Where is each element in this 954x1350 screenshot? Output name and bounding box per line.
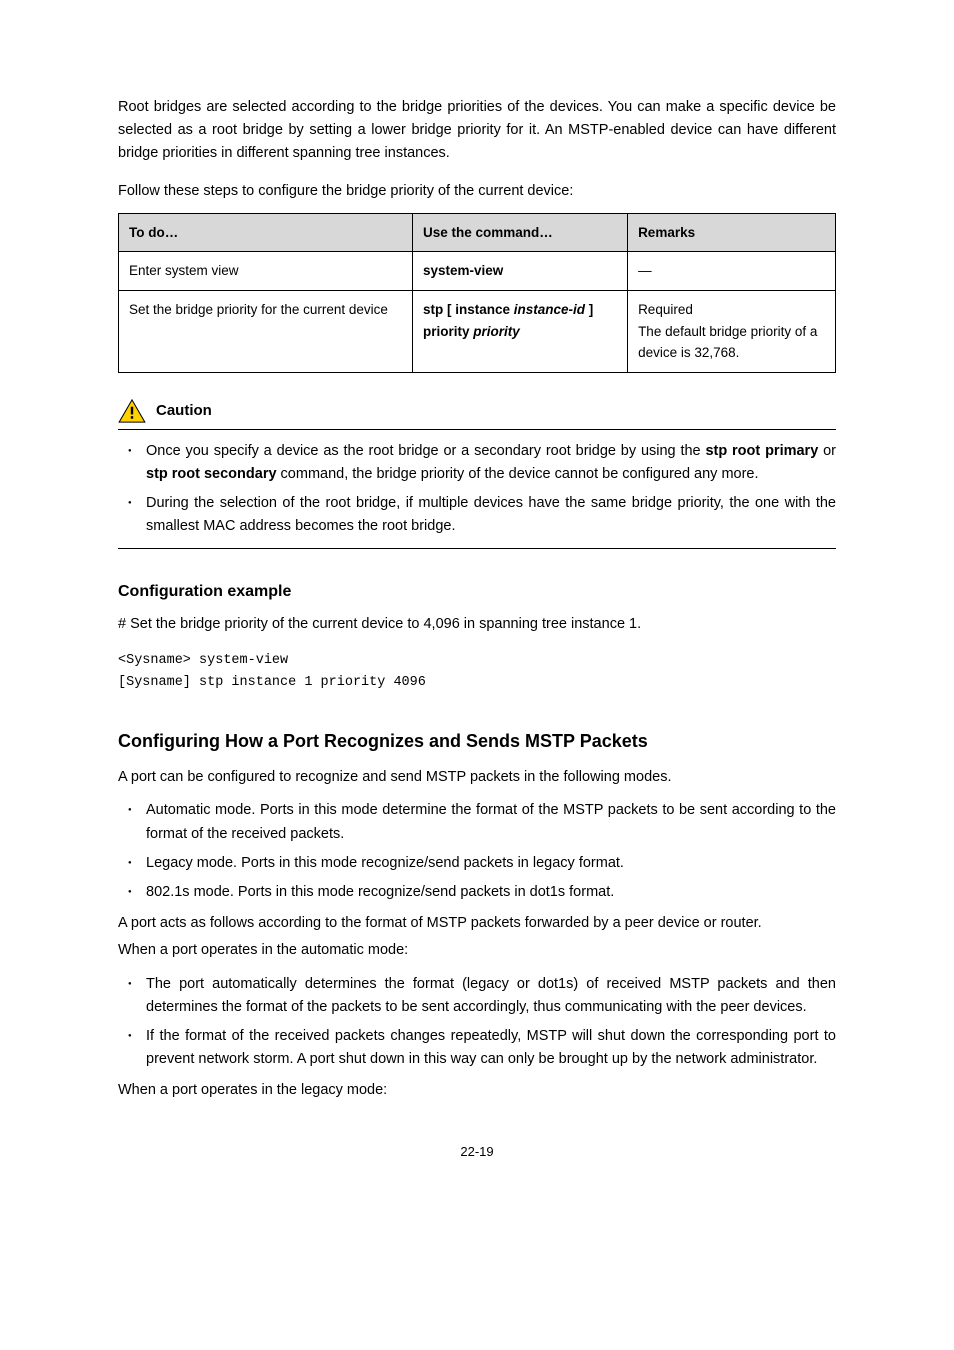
cmd-token: stp bbox=[423, 302, 447, 317]
cmd-inline: stp root secondary bbox=[146, 466, 277, 482]
text-run: or bbox=[818, 443, 836, 459]
auto-mode-label: When a port operates in the automatic mo… bbox=[118, 939, 836, 962]
cell-remark: — bbox=[628, 252, 836, 291]
caution-rule bbox=[118, 429, 836, 430]
cmd-inline: stp root primary bbox=[705, 443, 818, 459]
list-item: 802.1s mode. Ports in this mode recogniz… bbox=[146, 881, 836, 904]
caution-rule-bottom bbox=[118, 548, 836, 549]
caution-header: Caution bbox=[118, 399, 836, 423]
list-item: During the selection of the root bridge,… bbox=[146, 492, 836, 538]
section-heading: Configuring How a Port Recognizes and Se… bbox=[118, 727, 836, 756]
cmd-token: [ bbox=[447, 302, 455, 317]
cmd-token: ] bbox=[589, 302, 594, 317]
caution-callout: Caution Once you specify a device as the… bbox=[118, 399, 836, 550]
cell-remark: Required The default bridge priority of … bbox=[628, 290, 836, 372]
acts-paragraph: A port acts as follows according to the … bbox=[118, 912, 836, 935]
caution-list: Once you specify a device as the root br… bbox=[118, 440, 836, 539]
config-example-desc: # Set the bridge priority of the current… bbox=[118, 613, 836, 636]
list-item: Once you specify a device as the root br… bbox=[146, 440, 836, 486]
list-item: Automatic mode. Ports in this mode deter… bbox=[146, 799, 836, 845]
cell-step: Set the bridge priority for the current … bbox=[119, 290, 413, 372]
table-row: Set the bridge priority for the current … bbox=[119, 290, 836, 372]
cmd-arg: priority bbox=[473, 324, 520, 339]
text-run: command, the bridge priority of the devi… bbox=[277, 466, 759, 482]
intro-paragraph: Root bridges are selected according to t… bbox=[118, 96, 836, 166]
th-remarks: Remarks bbox=[628, 213, 836, 252]
cell-cmd: stp [ instance instance-id ] priority pr… bbox=[412, 290, 627, 372]
list-item: The port automatically determines the fo… bbox=[146, 973, 836, 1019]
remark-line: Required bbox=[638, 299, 825, 321]
cell-step: Enter system view bbox=[119, 252, 413, 291]
config-example-heading: Configuration example bbox=[118, 579, 836, 605]
th-command: Use the command… bbox=[412, 213, 627, 252]
caution-icon bbox=[118, 399, 146, 423]
legacy-mode-label: When a port operates in the legacy mode: bbox=[118, 1079, 836, 1102]
auto-mode-list: The port automatically determines the fo… bbox=[118, 973, 836, 1072]
page-content: Root bridges are selected according to t… bbox=[0, 0, 954, 1223]
config-steps-table: To do… Use the command… Remarks Enter sy… bbox=[118, 213, 836, 373]
page-number: 22-19 bbox=[118, 1142, 836, 1163]
list-item: Legacy mode. Ports in this mode recogniz… bbox=[146, 852, 836, 875]
cmd-arg: instance-id bbox=[514, 302, 589, 317]
caution-title: Caution bbox=[156, 399, 212, 423]
cmd-token: instance bbox=[455, 302, 514, 317]
remark-line: The default bridge priority of a device … bbox=[638, 321, 825, 364]
th-todo: To do… bbox=[119, 213, 413, 252]
table-header-row: To do… Use the command… Remarks bbox=[119, 213, 836, 252]
cli-block: <Sysname> system-view [Sysname] stp inst… bbox=[118, 650, 836, 693]
cell-cmd: system-view bbox=[412, 252, 627, 291]
text-run: Once you specify a device as the root br… bbox=[146, 443, 705, 459]
list-item: If the format of the received packets ch… bbox=[146, 1025, 836, 1071]
cmd-token: priority bbox=[423, 324, 473, 339]
modes-list: Automatic mode. Ports in this mode deter… bbox=[118, 799, 836, 904]
table-caption: Follow these steps to configure the brid… bbox=[118, 180, 836, 203]
modes-intro: A port can be configured to recognize an… bbox=[118, 766, 836, 789]
table-row: Enter system view system-view — bbox=[119, 252, 836, 291]
